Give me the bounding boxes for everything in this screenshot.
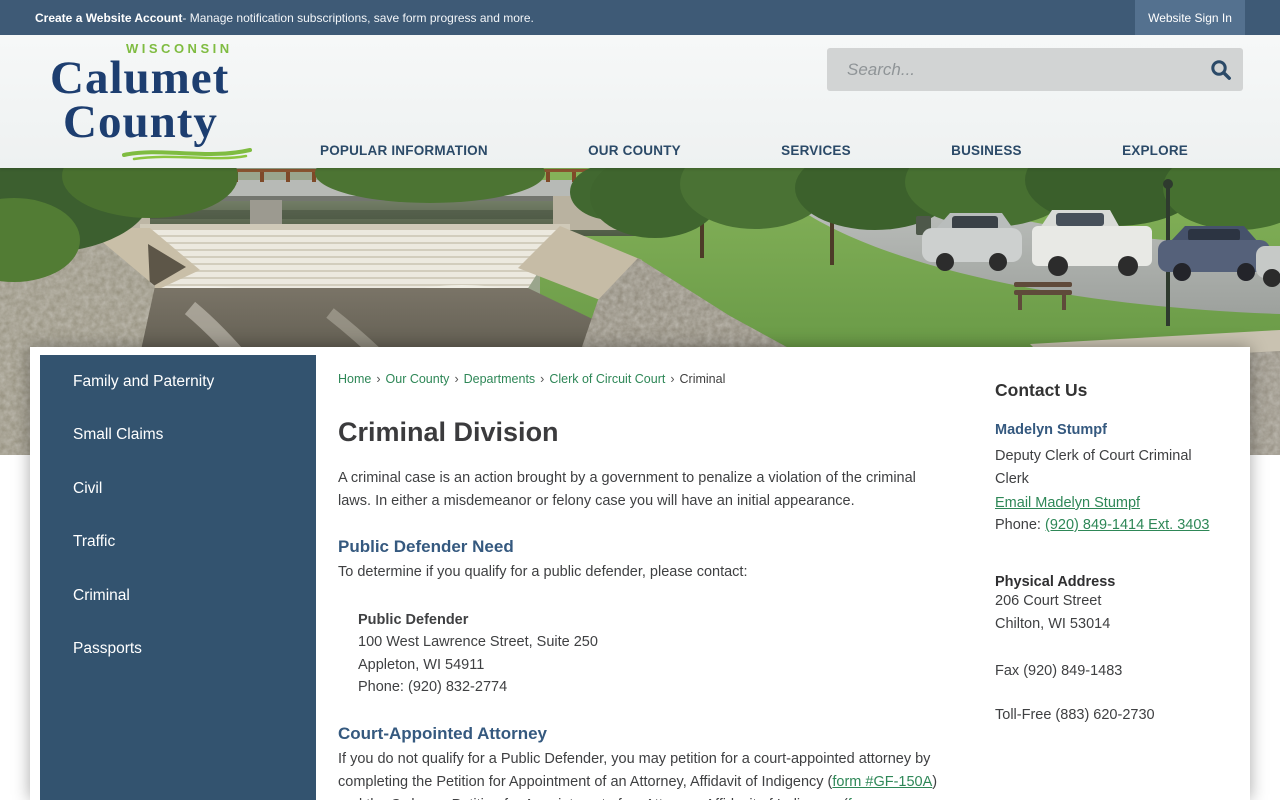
public-defender-org: Public Defender [358, 611, 469, 628]
contact-phone-row: Phone: (920) 849-1414 Ext. 3403 [995, 514, 1217, 537]
breadcrumb-separator: › [540, 372, 545, 386]
physical-address-line1: 206 Court Street [995, 593, 1102, 609]
website-sign-in-button[interactable]: Website Sign In [1135, 0, 1245, 35]
nav-explore[interactable]: EXPLORE [1122, 143, 1188, 158]
logo-name-line2: County [63, 96, 218, 148]
create-account-link[interactable]: Create a Website Account [35, 11, 182, 25]
page-title: Criminal Division [338, 417, 559, 447]
contact-person-name: Madelyn Stumpf [995, 422, 1107, 438]
section-sidebar: Family and Paternity Small Claims Civil … [40, 355, 316, 800]
breadcrumb-our-county[interactable]: Our County [386, 372, 450, 386]
physical-address-line2: Chilton, WI 53014 [995, 616, 1111, 632]
public-defender-lead: To determine if you qualify for a public… [338, 564, 748, 580]
sidebar-item-passports[interactable]: Passports [40, 623, 316, 677]
breadcrumb-separator: › [376, 372, 381, 386]
logo-name-line1: Calumet [50, 52, 230, 104]
public-defender-heading: Public Defender Need [338, 537, 514, 556]
contact-person-title: Deputy Clerk of Court Criminal Clerk [995, 448, 1192, 487]
contact-us-heading: Contact Us [995, 380, 1088, 400]
breadcrumb-separator: › [454, 372, 459, 386]
main-content: Home › Our County › Departments › Clerk of Cir… [338, 372, 950, 800]
form-link-2[interactable]: form [848, 797, 877, 800]
breadcrumb: Home › Our County › Departments › Clerk of Cir… [338, 372, 950, 386]
phone-link[interactable]: (920) 849-1414 Ext. 3403 [1045, 517, 1209, 533]
account-promo: Create a Website Account - Manage notifi… [35, 0, 534, 35]
email-contact-link[interactable]: Email Madelyn Stumpf [995, 495, 1140, 511]
fax-number: Fax (920) 849-1483 [995, 663, 1123, 679]
sidebar-item-family-and-paternity[interactable]: Family and Paternity [40, 355, 316, 409]
sidebar-item-criminal[interactable]: Criminal [40, 569, 316, 623]
breadcrumb-separator: › [670, 372, 675, 386]
nav-business[interactable]: BUSINESS [951, 143, 1022, 158]
public-defender-address-block: Public Defender 100 West Lawrence Street… [358, 609, 950, 699]
phone-label: Phone: [995, 517, 1045, 533]
breadcrumb-current: Criminal [679, 372, 726, 386]
account-promo-text: - Manage notification subscriptions, sav… [182, 10, 534, 25]
sidebar-item-small-claims[interactable]: Small Claims [40, 409, 316, 463]
search-icon [1211, 59, 1231, 80]
contact-panel: Contact Us Madelyn Stumpf Deputy Clerk o… [995, 380, 1217, 723]
court-appointed-paragraph: If you do not qualify for a Public Defen… [338, 748, 950, 800]
search-input[interactable] [827, 48, 1199, 91]
sidebar-item-traffic[interactable]: Traffic [40, 516, 316, 570]
public-defender-address-line1: 100 West Lawrence Street, Suite 250 [358, 634, 598, 650]
breadcrumb-departments[interactable]: Departments [464, 372, 536, 386]
public-defender-phone: Phone: (920) 832-2774 [358, 679, 508, 695]
content-card: Family and Paternity Small Claims Civil … [30, 347, 1250, 800]
physical-address-heading: Physical Address [995, 574, 1116, 590]
county-logo[interactable]: WISCONSIN Calumet County [50, 41, 270, 162]
top-utility-bar: Create a Website Account - Manage notifi… [0, 0, 1280, 35]
main-navigation: POPULAR INFORMATION OUR COUNTY SERVICES … [320, 143, 1188, 158]
logo-swoosh-icon [122, 148, 252, 161]
site-search [827, 48, 1243, 91]
search-button[interactable] [1199, 48, 1243, 91]
court-appointed-heading: Court-Appointed Attorney [338, 723, 548, 743]
public-defender-address-line2: Appleton, WI 54911 [358, 656, 485, 673]
nav-our-county[interactable]: OUR COUNTY [588, 143, 681, 158]
toll-free-number: Toll-Free (883) 620-2730 [995, 707, 1155, 723]
breadcrumb-clerk-of-circuit-court[interactable]: Clerk of Circuit Court [549, 372, 665, 386]
intro-paragraph: A criminal case is an action brought by … [338, 470, 916, 509]
nav-popular-information[interactable]: POPULAR INFORMATION [320, 143, 488, 158]
breadcrumb-home[interactable]: Home [338, 372, 371, 386]
form-gf-150a-link[interactable]: form #GF-150A [832, 774, 932, 790]
site-header: WISCONSIN Calumet County POPULAR INFORMA… [0, 35, 1280, 168]
sidebar-item-civil[interactable]: Civil [40, 462, 316, 516]
nav-services[interactable]: SERVICES [781, 143, 851, 158]
